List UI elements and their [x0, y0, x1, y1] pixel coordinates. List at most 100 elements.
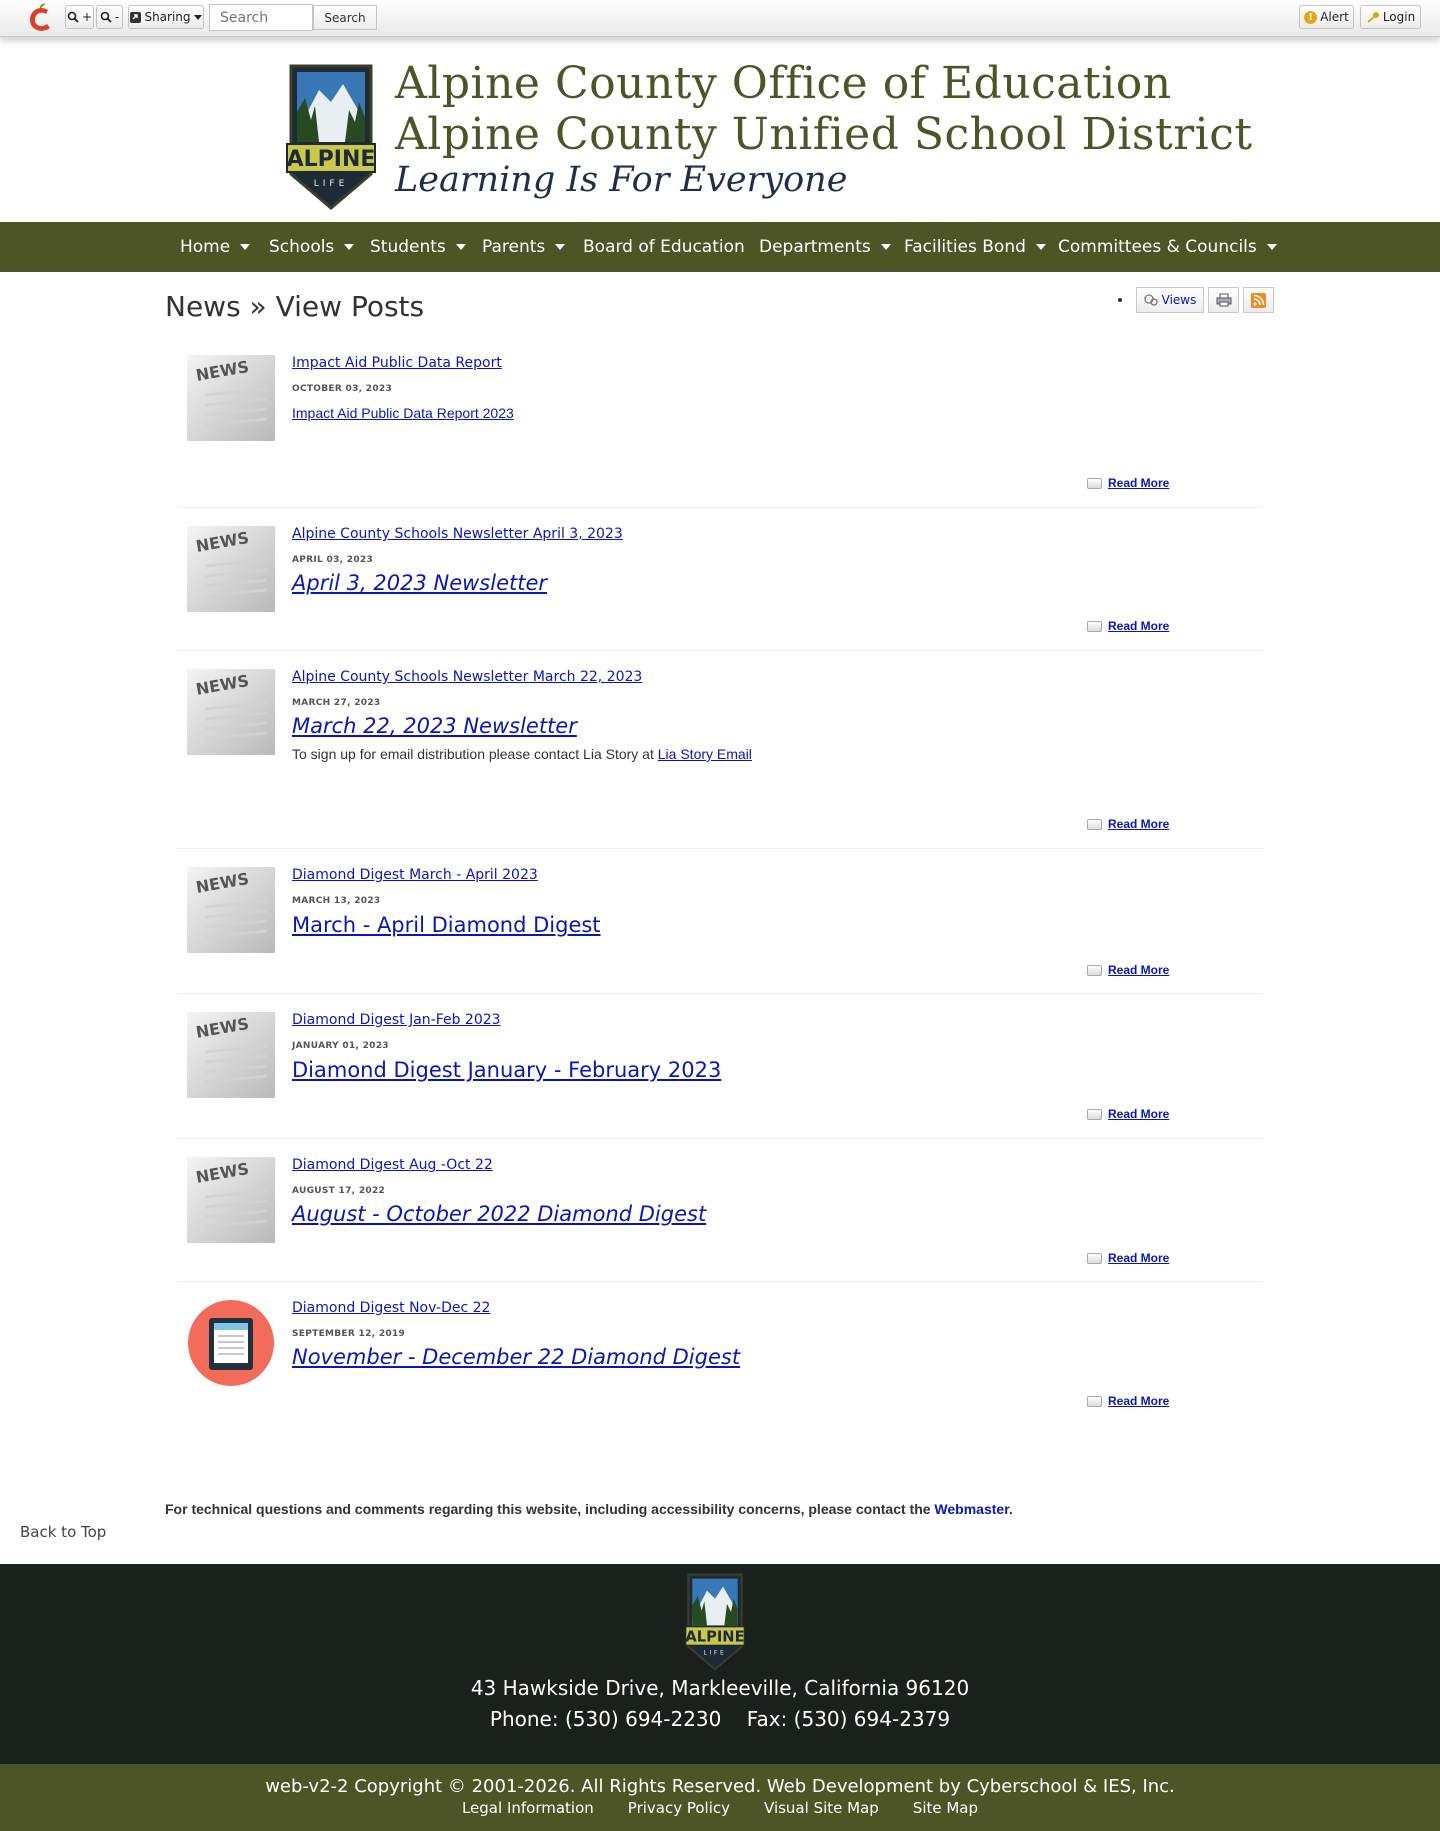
nav-item-label: Departments — [759, 237, 871, 257]
footer-alpine-logo[interactable]: ALPINE LIFE — [681, 1572, 749, 1672]
alert-label: Alert — [1320, 10, 1349, 24]
post-body-link[interactable]: April 3, 2023 Newsletter — [292, 571, 547, 595]
site-title-line2: Alpine County Unified School District — [395, 109, 1253, 160]
nav-item-schools[interactable]: Schools — [269, 222, 355, 272]
contact-text: For technical questions and comments reg… — [165, 1501, 931, 1517]
news-thumbnail-icon[interactable]: NEWS — [187, 1157, 275, 1243]
news-post: NEWS Impact Aid Public Data Report OCTOB… — [177, 355, 1263, 508]
post-title-link[interactable]: Diamond Digest Jan-Feb 2023 — [292, 1012, 501, 1028]
nav-item-committees-councils[interactable]: Committees & Councils — [1058, 222, 1277, 272]
post-body-link[interactable]: November - December 22 Diamond Digest — [292, 1345, 740, 1369]
contact-note: For technical questions and comments reg… — [165, 1501, 1013, 1517]
post-body-link[interactable]: March 22, 2023 Newsletter — [292, 714, 577, 738]
zoom-out-button[interactable]: - — [96, 5, 123, 29]
logo-text: ALPINE — [685, 1628, 744, 1645]
post-title-link[interactable]: Diamond Digest Aug -Oct 22 — [292, 1157, 493, 1173]
sharing-button[interactable]: Sharing — [128, 5, 204, 29]
nav-item-home[interactable]: Home — [180, 222, 251, 272]
post-title-link[interactable]: Alpine County Schools Newsletter March 2… — [292, 669, 642, 685]
views-icon — [1143, 294, 1158, 306]
footer-link-privacy[interactable]: Privacy Policy — [628, 1799, 730, 1817]
news-thumbnail-icon[interactable]: NEWS — [187, 867, 275, 953]
email-link[interactable]: Lia Story Email — [658, 746, 752, 762]
post-date: APRIL 03, 2023 — [292, 555, 374, 565]
logo-subtext: LIFE — [314, 179, 349, 189]
caret-down-icon — [880, 244, 891, 250]
read-more-link[interactable]: Read More — [1108, 1251, 1169, 1265]
post-date: MARCH 27, 2023 — [292, 698, 381, 708]
alpine-life-logo[interactable]: ALPINE LIFE — [283, 62, 379, 212]
caret-down-icon — [555, 244, 566, 250]
webmaster-link[interactable]: Webmaster — [934, 1501, 1008, 1517]
post-body-text-content: To sign up for email distribution please… — [292, 746, 654, 762]
footer-link-site-map[interactable]: Site Map — [913, 1799, 978, 1817]
read-more: Read More — [1087, 1107, 1169, 1121]
footer-address: 43 Hawkside Drive, Markleeville, Califor… — [470, 1676, 970, 1700]
read-more-link[interactable]: Read More — [1108, 1394, 1169, 1408]
login-button[interactable]: Login — [1360, 5, 1421, 29]
zoom-in-button[interactable]: + — [65, 5, 94, 29]
nav-item-board-of-education[interactable]: Board of Education — [583, 222, 745, 272]
news-thumbnail-icon[interactable]: NEWS — [187, 355, 275, 441]
footer-link-visual-site-map[interactable]: Visual Site Map — [764, 1799, 879, 1817]
news-thumbnail-icon[interactable]: NEWS — [187, 669, 275, 755]
post-title-link[interactable]: Impact Aid Public Data Report — [292, 355, 502, 371]
post-title-link[interactable]: Diamond Digest March - April 2023 — [292, 867, 538, 883]
post-title-link[interactable]: Diamond Digest Nov-Dec 22 — [292, 1300, 490, 1316]
comment-icon — [1087, 964, 1102, 976]
post-body-link[interactable]: August - October 2022 Diamond Digest — [292, 1202, 706, 1226]
zoom-in-label: + — [81, 10, 93, 24]
comment-icon — [1087, 1252, 1102, 1264]
news-thumbnail-icon[interactable]: NEWS — [187, 526, 275, 612]
nav-item-students[interactable]: Students — [370, 222, 466, 272]
post-title-link[interactable]: Alpine County Schools Newsletter April 3… — [292, 526, 623, 542]
read-more: Read More — [1087, 817, 1169, 831]
rss-button[interactable] — [1243, 287, 1274, 313]
nav-item-parents[interactable]: Parents — [482, 222, 566, 272]
rss-icon — [1251, 292, 1266, 308]
post-body-text: To sign up for email distribution please… — [292, 746, 752, 762]
read-more-link[interactable]: Read More — [1108, 476, 1169, 490]
main-nav: Home Schools Students Parents Board of E… — [0, 222, 1440, 272]
footer-bottom — [0, 1764, 1440, 1831]
post-body-link[interactable]: Diamond Digest January - February 2023 — [292, 1058, 721, 1082]
footer-links: Legal Information Privacy Policy Visual … — [0, 1799, 1440, 1817]
nav-item-label: Parents — [482, 237, 546, 257]
read-more: Read More — [1087, 1394, 1169, 1408]
comment-icon — [1087, 620, 1102, 632]
read-more-link[interactable]: Read More — [1108, 619, 1169, 633]
page-tools: Views — [1118, 287, 1274, 313]
nav-item-departments[interactable]: Departments — [759, 222, 891, 272]
footer-link-legal[interactable]: Legal Information — [462, 1799, 594, 1817]
news-thumbnail-icon[interactable]: NEWS — [187, 1012, 275, 1098]
post-date: SEPTEMBER 12, 2019 — [292, 1329, 406, 1339]
admin-toolbar: + - Sharing Search ! Alert Login — [0, 0, 1440, 37]
read-more-link[interactable]: Read More — [1108, 963, 1169, 977]
caret-down-icon — [455, 244, 466, 250]
nav-item-facilities-bond[interactable]: Facilities Bond — [904, 222, 1046, 272]
news-post: NEWS Diamond Digest Aug -Oct 22 AUGUST 1… — [177, 1157, 1263, 1282]
comment-icon — [1087, 1108, 1102, 1120]
post-date: MARCH 13, 2023 — [292, 896, 381, 906]
key-icon — [1367, 12, 1379, 23]
comment-icon — [1087, 1395, 1102, 1407]
news-post: NEWS Alpine County Schools Newsletter Ap… — [177, 526, 1263, 651]
comment-icon — [1087, 818, 1102, 830]
news-post: Diamond Digest Nov-Dec 22 SEPTEMBER 12, … — [177, 1300, 1263, 1424]
caret-down-icon — [1035, 244, 1046, 250]
read-more-link[interactable]: Read More — [1108, 817, 1169, 831]
search-input[interactable] — [209, 4, 313, 31]
back-to-top-link[interactable]: Back to Top — [20, 1523, 106, 1541]
post-body-link[interactable]: March - April Diamond Digest — [292, 913, 601, 937]
document-thumbnail-icon[interactable] — [187, 1300, 275, 1386]
read-more-link[interactable]: Read More — [1108, 1107, 1169, 1121]
page-title: News » View Posts — [165, 290, 425, 323]
print-button[interactable] — [1208, 287, 1239, 313]
news-post: NEWS Diamond Digest March - April 2023 M… — [177, 867, 1263, 994]
alert-button[interactable]: ! Alert — [1299, 5, 1354, 29]
nav-item-label: Home — [180, 237, 231, 257]
cyberschool-logo-icon[interactable] — [26, 2, 56, 34]
post-body-link[interactable]: Impact Aid Public Data Report 2023 — [292, 405, 514, 421]
views-button[interactable]: Views — [1136, 287, 1204, 313]
search-button[interactable]: Search — [313, 5, 377, 30]
